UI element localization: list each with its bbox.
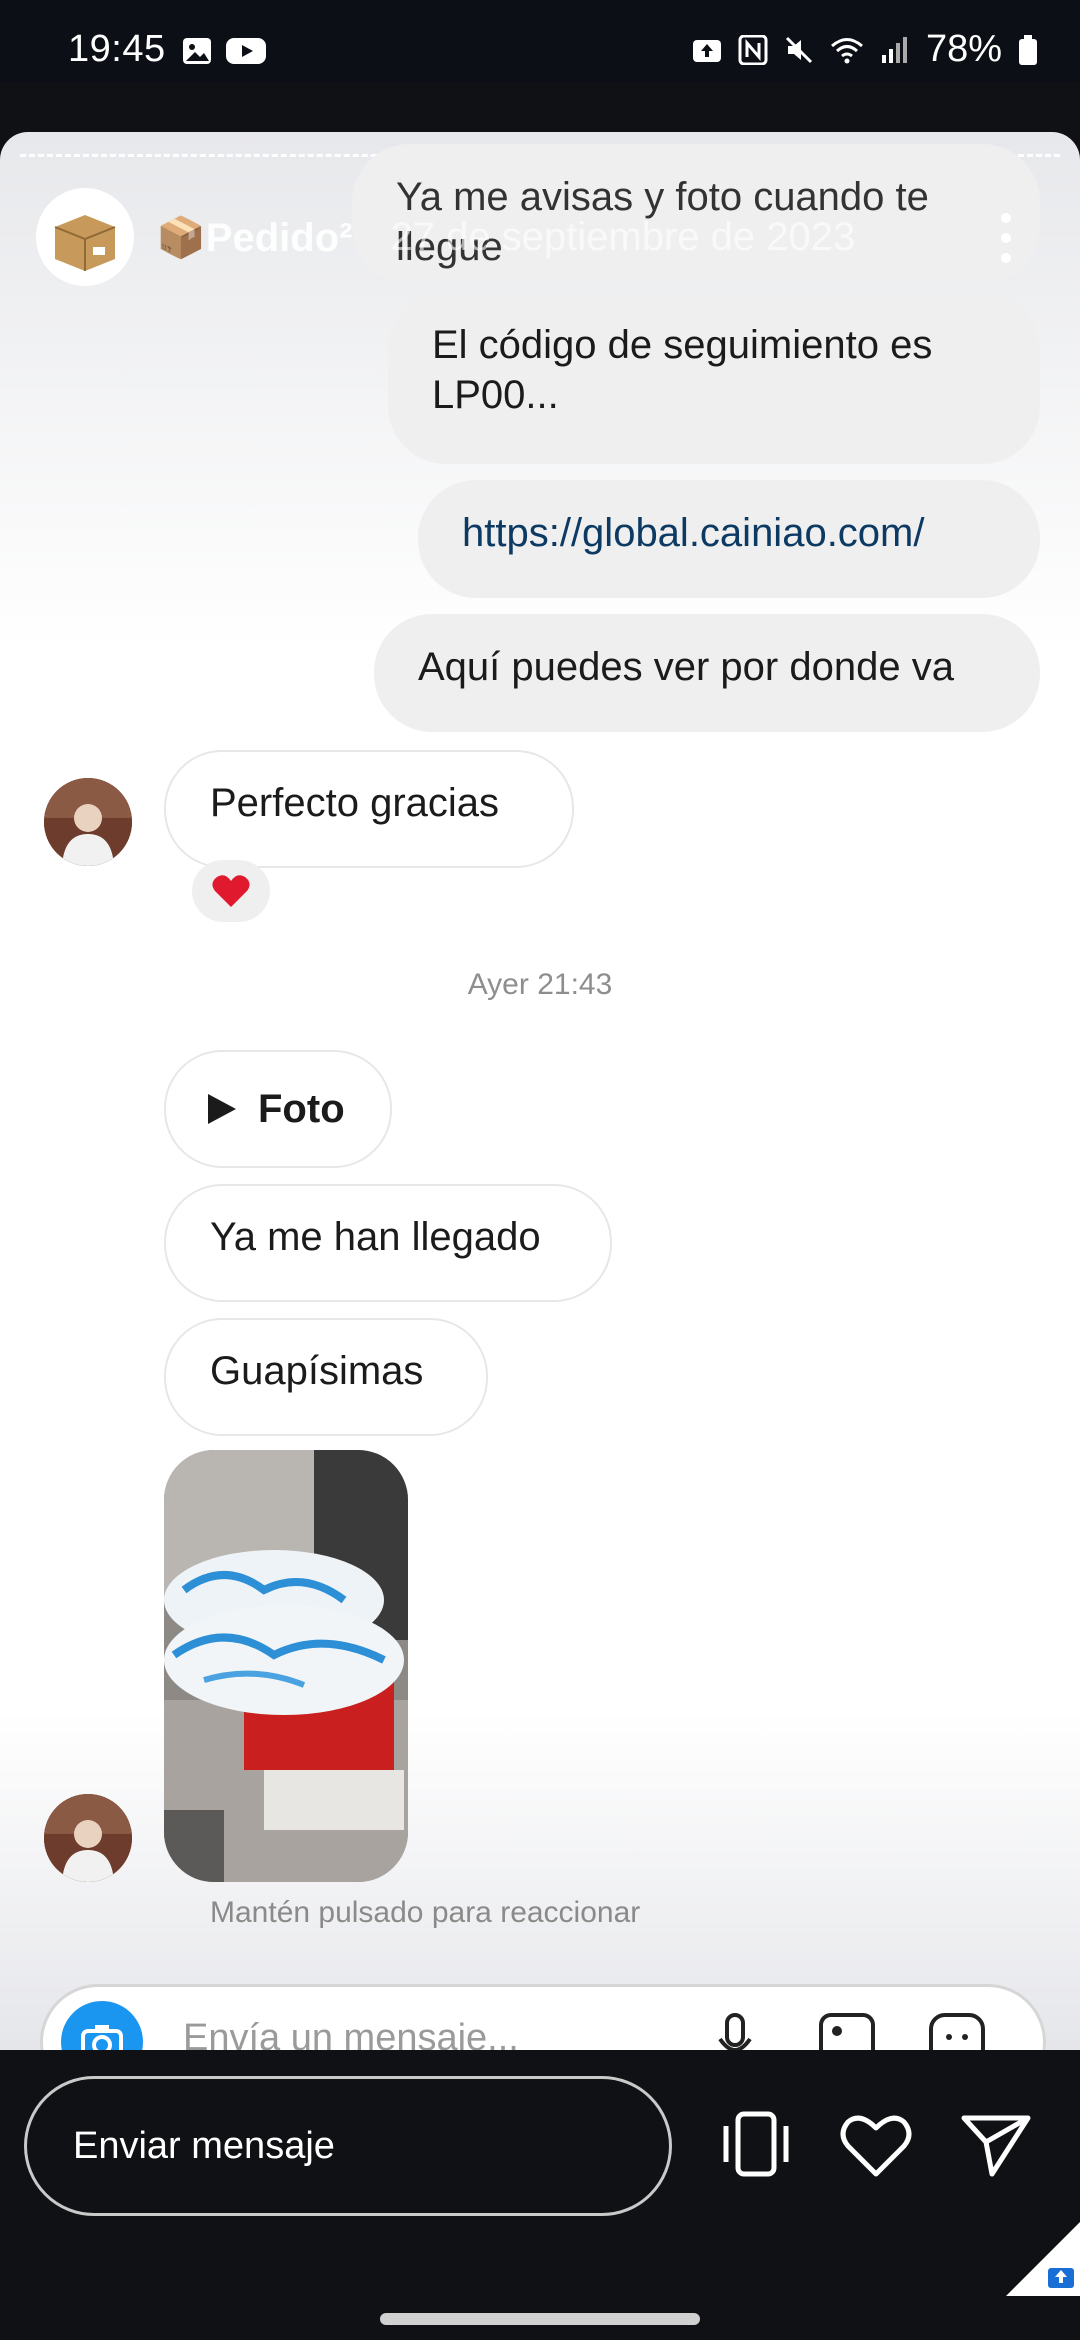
youtube-icon [226,38,266,64]
wifi-icon [830,37,863,63]
story-date: 27 de septiembre de 2023 [390,214,856,259]
tracking-link[interactable]: https://global.cainiao.com/ [462,511,924,555]
message-text: Perfecto gracias [210,781,500,825]
nfc-icon [738,34,768,65]
picture-icon [183,38,211,64]
sticker-icon[interactable] [927,2011,987,2050]
battery-icon [1019,34,1037,65]
message-text: El código de seguimiento es LP00... [432,323,933,417]
heart-reaction-icon [212,875,250,907]
message-text: Ya me han llegado [210,1215,541,1259]
home-indicator[interactable] [380,2313,700,2325]
mute-icon [785,36,812,63]
battery-percent: 78% [925,28,1002,70]
message-text: Aquí puedes ver por donde va [418,645,954,689]
message-bubble-received[interactable]: Perfecto gracias [164,750,574,868]
heart-icon[interactable] [836,2104,916,2184]
status-right-icons: 78% [692,28,1038,71]
shared-photo[interactable] [164,1450,408,1882]
camera-icon[interactable] [61,2001,143,2050]
status-left-icons [182,36,266,66]
story-header[interactable]: 📦Pedido² 27 de septiembre de 2023 [36,188,855,286]
message-text: Guapísimas [210,1349,424,1393]
media-label: Foto [258,1087,345,1131]
mic-icon[interactable] [715,2011,755,2050]
reaction-badge[interactable] [192,860,270,922]
avatar[interactable] [44,1794,132,1882]
message-bubble-sent[interactable]: El código de seguimiento es LP00... [388,292,1040,464]
send-icon[interactable] [956,2104,1036,2184]
reaction-hint: Mantén pulsado para reaccionar [210,1896,641,1929]
story-avatar[interactable] [36,188,134,286]
message-bubble-link[interactable]: https://global.cainiao.com/ [418,480,1040,598]
story-content: Ya me avisas y foto cuando te llegue 📦Pe… [0,132,1080,2050]
status-bar: 19:45 78% [0,0,1080,82]
upload-icon [692,39,721,62]
story-username[interactable]: 📦Pedido² [156,214,352,261]
signal-icon [881,36,907,63]
vibrate-icon[interactable] [716,2104,796,2184]
corner-badge-icon[interactable] [1006,2222,1080,2296]
message-bubble-received[interactable]: Ya me han llegado [164,1184,612,1302]
gallery-icon[interactable] [817,2011,877,2050]
box-icon [54,215,116,271]
reply-input[interactable]: Enviar mensaje [24,2076,672,2216]
dm-composer[interactable]: Envía un mensaje... [40,1984,1046,2050]
message-bubble-sent[interactable]: Aquí puedes ver por donde va [374,614,1040,732]
play-icon [208,1094,236,1124]
message-bubble-received[interactable]: Guapísimas [164,1318,488,1436]
story-reply-bar: Enviar mensaje [0,2050,1080,2340]
status-time: 19:45 [68,28,166,70]
composer-placeholder: Envía un mensaje... [183,2017,519,2050]
media-bubble[interactable]: Foto [164,1050,392,1168]
more-icon[interactable] [992,210,1020,266]
avatar[interactable] [44,778,132,866]
timestamp: Ayer 21:43 [467,968,613,1001]
